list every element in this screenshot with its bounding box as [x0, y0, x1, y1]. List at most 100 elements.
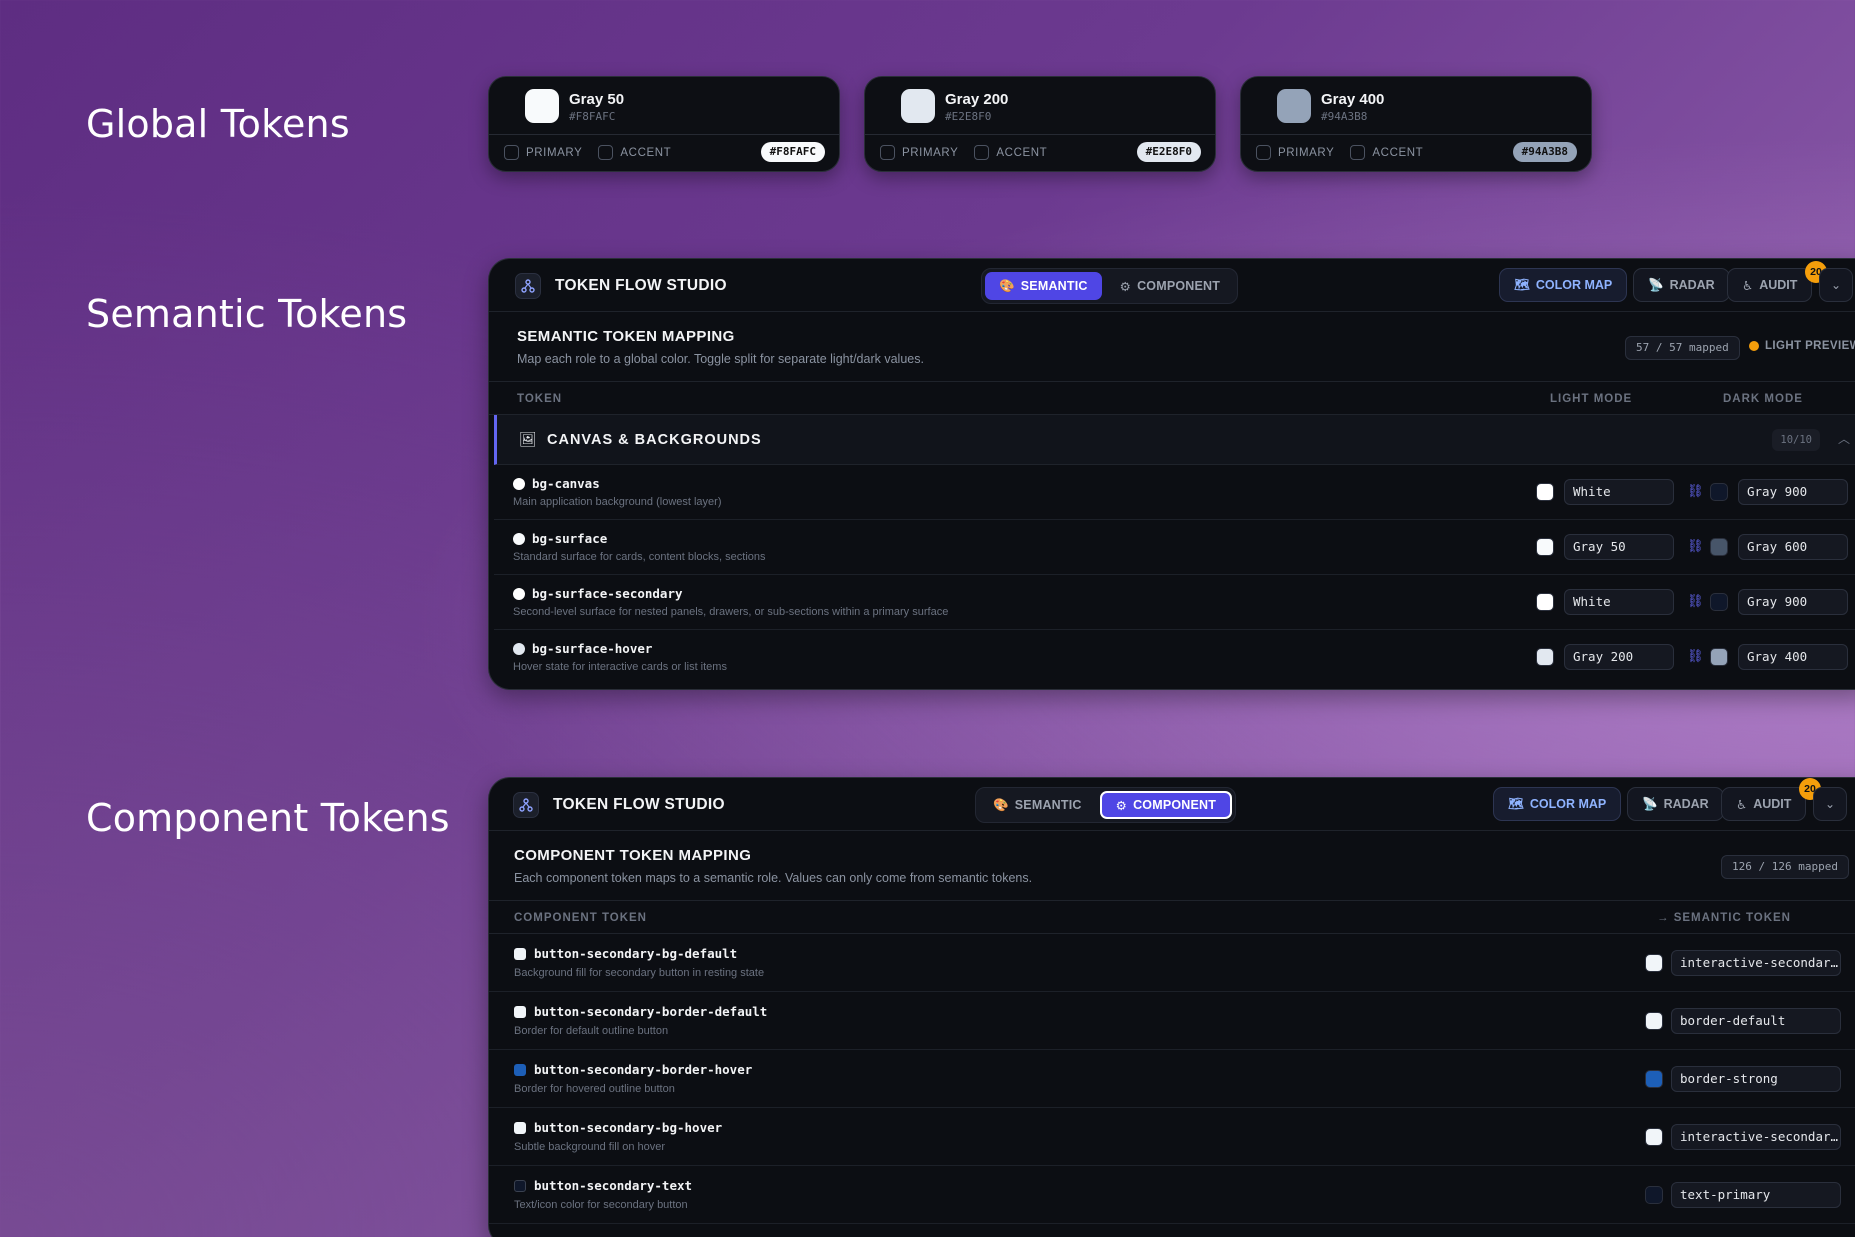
checkbox-icon[interactable] [1256, 145, 1271, 160]
semantic-token-select[interactable]: interactive-secondar… [1671, 950, 1841, 976]
semantic-token-select[interactable]: interactive-secondar… [1671, 1124, 1841, 1150]
table-row[interactable]: button-secondary-bg-hover Subtle backgro… [489, 1108, 1855, 1166]
global-token-card[interactable]: Gray 400 #94A3B8 PRIMARY ACCENT #94A3B8 [1240, 76, 1592, 172]
radar-button[interactable]: 📡 RADAR [1627, 787, 1724, 821]
table-row[interactable]: button-secondary-bg-default Background f… [489, 934, 1855, 992]
dark-value-select[interactable]: Gray 600 [1738, 534, 1848, 560]
dark-value-select[interactable]: Gray 900 [1738, 589, 1848, 615]
semantic-token-select[interactable]: border-default [1671, 1008, 1841, 1034]
accent-checkbox[interactable]: ACCENT [598, 145, 671, 160]
accent-checkbox[interactable]: ACCENT [1350, 145, 1423, 160]
table-row[interactable]: button-secondary-text Text/icon color fo… [489, 1166, 1855, 1224]
page-description: Each component token maps to a semantic … [514, 871, 1033, 885]
radar-button[interactable]: 📡 RADAR [1633, 268, 1730, 302]
link-icon[interactable]: ⛓ [1687, 538, 1704, 554]
dark-swatch[interactable] [1710, 648, 1728, 666]
group-count: 10/10 [1772, 429, 1820, 451]
semantic-swatch[interactable] [1645, 1128, 1663, 1146]
token-name: button-secondary-bg-default [534, 946, 738, 961]
image-icon: 🖼 [519, 431, 537, 447]
light-value-select[interactable]: Gray 50 [1564, 534, 1674, 560]
light-value-select[interactable]: White [1564, 589, 1674, 615]
semantic-token-select[interactable]: border-strong [1671, 1066, 1841, 1092]
primary-checkbox[interactable]: PRIMARY [504, 145, 582, 160]
checkbox-icon[interactable] [598, 145, 614, 160]
global-token-card[interactable]: Gray 200 #E2E8F0 PRIMARY ACCENT #E2E8F0 [864, 76, 1216, 172]
divider [1241, 134, 1591, 135]
tab-semantic[interactable]: 🎨 SEMANTIC [979, 791, 1096, 819]
group-canvas-backgrounds[interactable]: 🖼 CANVAS & BACKGROUNDS 10/10 ︿ [494, 415, 1855, 465]
token-description: Text/icon color for secondary button [514, 1199, 688, 1211]
light-preview-toggle[interactable]: LIGHT PREVIEW [1749, 340, 1855, 352]
table-row[interactable]: bg-surface-hover Hover state for interac… [494, 630, 1855, 685]
checkbox-icon[interactable] [974, 145, 990, 160]
dark-swatch[interactable] [1710, 483, 1728, 501]
global-token-card[interactable]: Gray 50 #F8FAFC PRIMARY ACCENT #F8FAFC [488, 76, 840, 172]
mapping-header: SEMANTIC TOKEN MAPPING Map each role to … [489, 312, 1855, 382]
light-value-select[interactable]: White [1564, 479, 1674, 505]
audit-button[interactable]: ♿ AUDIT [1721, 787, 1807, 821]
primary-checkbox[interactable]: PRIMARY [1256, 145, 1334, 160]
token-dot [513, 643, 525, 655]
dark-value-select[interactable]: Gray 900 [1738, 479, 1848, 505]
status-dot-icon [1749, 341, 1759, 351]
light-swatch[interactable] [1536, 648, 1554, 666]
table-row[interactable]: button-secondary-border-hover Border for… [489, 1050, 1855, 1108]
link-icon[interactable]: ⛓ [1687, 648, 1704, 664]
checkbox-icon[interactable] [504, 145, 519, 160]
mapped-count: 126 / 126 mapped [1721, 855, 1849, 879]
page-title: SEMANTIC TOKEN MAPPING [517, 328, 735, 345]
accent-label: ACCENT [996, 146, 1048, 159]
chevron-down-icon[interactable]: ⌄ [1819, 268, 1853, 302]
light-swatch[interactable] [1536, 538, 1554, 556]
token-dot [514, 948, 526, 960]
section-label-component: Component Tokens [86, 796, 450, 840]
accent-checkbox[interactable]: ACCENT [974, 145, 1047, 160]
color-swatch [1277, 89, 1311, 123]
token-dot [514, 1064, 526, 1076]
accessibility-icon: ♿ [1742, 278, 1754, 293]
tab-component[interactable]: ⚙ COMPONENT [1106, 272, 1234, 300]
group-title: CANVAS & BACKGROUNDS [547, 432, 762, 448]
dark-value-select[interactable]: Gray 400 [1738, 644, 1848, 670]
token-name: bg-surface-hover [532, 641, 653, 656]
dark-swatch[interactable] [1710, 538, 1728, 556]
color-map-button[interactable]: 🗺 COLOR MAP [1493, 787, 1622, 821]
token-name: bg-surface-secondary [532, 586, 683, 601]
semantic-swatch[interactable] [1645, 1070, 1663, 1088]
chevron-up-icon[interactable]: ︿ [1838, 430, 1850, 447]
app-title: TOKEN FLOW STUDIO [553, 796, 725, 813]
section-label-semantic: Semantic Tokens [86, 292, 408, 336]
table-row[interactable]: bg-surface-secondary Second-level surfac… [494, 575, 1855, 630]
light-swatch[interactable] [1536, 483, 1554, 501]
semantic-swatch[interactable] [1645, 954, 1663, 972]
light-swatch[interactable] [1536, 593, 1554, 611]
audit-button[interactable]: ♿ AUDIT [1727, 268, 1813, 302]
table-row[interactable]: button-secondary-icon [489, 1224, 1855, 1237]
primary-checkbox[interactable]: PRIMARY [880, 145, 958, 160]
page-title: COMPONENT TOKEN MAPPING [514, 847, 752, 864]
light-value-select[interactable]: Gray 200 [1564, 644, 1674, 670]
tab-label: SEMANTIC [1020, 279, 1088, 293]
link-icon[interactable]: ⛓ [1687, 593, 1704, 609]
table-row[interactable]: bg-surface Standard surface for cards, c… [494, 520, 1855, 575]
table-row[interactable]: button-secondary-border-default Border f… [489, 992, 1855, 1050]
table-row[interactable]: bg-canvas Main application background (l… [494, 465, 1855, 520]
tab-semantic[interactable]: 🎨 SEMANTIC [985, 272, 1102, 300]
semantic-swatch[interactable] [1645, 1186, 1663, 1204]
token-dot [513, 588, 525, 600]
token-name: bg-canvas [532, 476, 600, 491]
checkbox-icon[interactable] [1350, 145, 1366, 160]
tab-component[interactable]: ⚙ COMPONENT [1099, 791, 1233, 819]
token-name: Gray 200 [945, 91, 1009, 108]
semantic-swatch[interactable] [1645, 1012, 1663, 1030]
chevron-down-icon[interactable]: ⌄ [1813, 787, 1847, 821]
dark-swatch[interactable] [1710, 593, 1728, 611]
token-name: button-secondary-text [534, 1178, 693, 1193]
color-map-button[interactable]: 🗺 COLOR MAP [1499, 268, 1628, 302]
semantic-token-select[interactable]: text-primary [1671, 1182, 1841, 1208]
token-hex: #E2E8F0 [945, 110, 992, 123]
button-label: COLOR MAP [1535, 278, 1613, 292]
checkbox-icon[interactable] [880, 145, 895, 160]
link-icon[interactable]: ⛓ [1687, 483, 1704, 499]
